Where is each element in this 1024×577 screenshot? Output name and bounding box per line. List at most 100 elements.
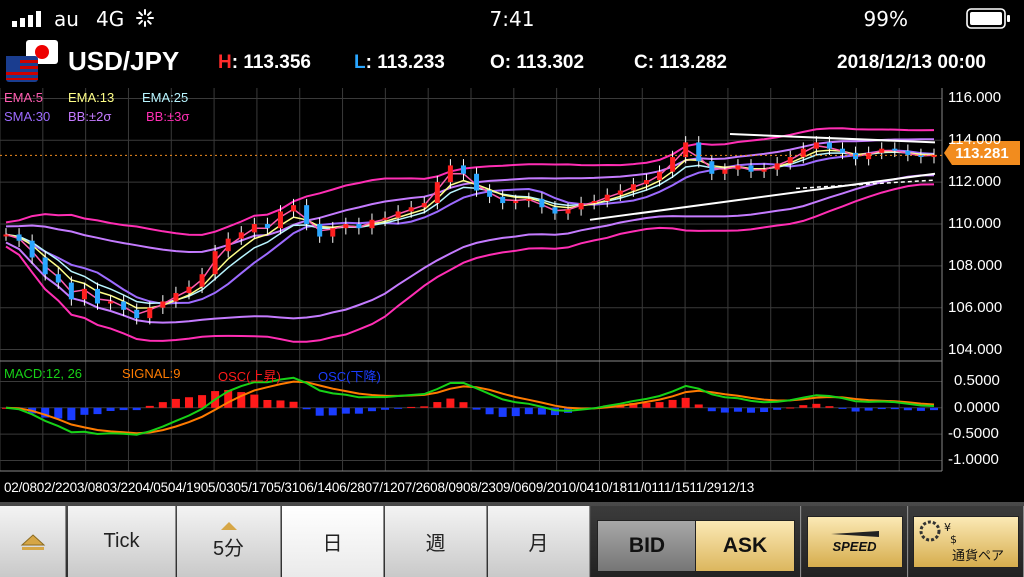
- macd-osc-bar: [760, 407, 769, 413]
- battery-percent: 99%: [863, 7, 908, 31]
- candle-body: [879, 148, 885, 153]
- candle-body: [356, 224, 362, 229]
- macd-osc-bar: [354, 407, 363, 414]
- candle-body: [643, 180, 649, 185]
- tab-day[interactable]: 日: [282, 506, 384, 577]
- tab-5min[interactable]: 5分: [177, 506, 281, 577]
- candle-body: [840, 148, 846, 153]
- macd-osc-bar: [67, 407, 76, 421]
- macd-osc-bar: [80, 407, 89, 415]
- close-value: C: 113.282: [634, 52, 727, 73]
- bid-button[interactable]: BID: [597, 520, 697, 572]
- macd-osc-bar: [106, 407, 115, 411]
- tab-month[interactable]: 月: [488, 506, 590, 577]
- macd-osc-bar: [655, 402, 664, 408]
- expand-button[interactable]: [0, 506, 66, 577]
- macd-osc-bar: [289, 401, 298, 408]
- macd-osc-bar: [720, 407, 729, 413]
- macd-osc-bar: [916, 407, 925, 411]
- bottom-toolbar: Tick 5分 日 週 月 BID ASK SPEED ¥ $ 通貨ペア: [0, 502, 1024, 577]
- legend-osc-up: OSC(上昇): [218, 369, 281, 384]
- macd-osc-bar: [786, 407, 795, 409]
- price-tick-label: 116.000: [948, 89, 1002, 107]
- macd-osc-bar: [119, 407, 128, 411]
- candle-body: [787, 157, 793, 164]
- candle-body: [134, 309, 140, 319]
- candle-body: [774, 163, 780, 170]
- tab-tick[interactable]: Tick: [68, 506, 176, 577]
- candle-body: [892, 148, 898, 151]
- candle-body: [735, 165, 741, 170]
- macd-osc-bar: [694, 404, 703, 408]
- macd-osc-bar: [263, 399, 272, 408]
- currency-pair-label: 通貨ペア: [952, 547, 1005, 563]
- macd-osc-bar: [524, 407, 533, 415]
- price-chart[interactable]: EMA:5 EMA:13 EMA:25 SMA:30 BB:±2σ BB:±3σ…: [0, 88, 1024, 502]
- macd-tick-label: 0.5000: [954, 372, 1000, 390]
- macd-osc-bar: [681, 397, 690, 408]
- candle-body: [670, 157, 676, 172]
- candle-body: [238, 232, 244, 239]
- candle-body: [291, 205, 297, 212]
- macd-osc-bar: [145, 405, 154, 408]
- candle-body: [186, 286, 192, 294]
- candle-body: [591, 200, 597, 204]
- candle-body: [460, 165, 466, 174]
- macd-osc-bar: [733, 407, 742, 412]
- candle-body: [487, 190, 493, 197]
- candle-body: [434, 182, 440, 204]
- ema5-line: [5, 144, 935, 316]
- macd-osc-bar: [381, 407, 390, 410]
- macd-osc-bar: [668, 399, 677, 408]
- candle-body: [160, 301, 166, 308]
- candle-body: [709, 161, 715, 174]
- price-tick-label: 104.000: [948, 340, 1003, 358]
- macd-osc-bar: [903, 407, 912, 411]
- ask-button[interactable]: ASK: [695, 520, 795, 572]
- currency-pair-select-button[interactable]: ¥ $ 通貨ペア: [909, 506, 1024, 577]
- macd-osc-bar: [276, 400, 285, 408]
- macd-osc-bar: [328, 407, 337, 416]
- price-tick-label: 112.000: [948, 173, 1002, 191]
- tab-week[interactable]: 週: [385, 506, 487, 577]
- macd-osc-bar: [158, 402, 167, 408]
- candle-body: [657, 171, 663, 181]
- currency-pair-title[interactable]: USD/JPY: [68, 46, 179, 77]
- candle-body: [225, 238, 231, 252]
- legend-signal: SIGNAL:9: [122, 366, 181, 381]
- legend-ema13: EMA:13: [68, 90, 115, 105]
- legend-sma30: SMA:30: [4, 109, 51, 124]
- candle-body: [696, 142, 702, 162]
- candle-body: [683, 142, 689, 158]
- candle-body: [513, 200, 519, 204]
- macd-osc-bar: [446, 398, 455, 408]
- legend-bb3: BB:±3σ: [146, 109, 190, 124]
- legend-macd: MACD:12, 26: [4, 366, 83, 381]
- status-bar: au 4G 7:41 99%: [0, 0, 1024, 36]
- macd-line: [5, 376, 935, 436]
- macd-osc-bar: [511, 407, 520, 417]
- candle-body: [251, 224, 257, 233]
- macd-osc-bar: [302, 407, 311, 410]
- candle-body: [147, 307, 153, 319]
- bb-plus3-line: [5, 127, 935, 236]
- macd-osc-bar: [877, 407, 886, 410]
- date-tick-labels: 02/0802/2203/0803/2204/0504/1905/0305/17…: [4, 480, 755, 495]
- candle-body: [382, 217, 388, 220]
- chart-canvas[interactable]: [0, 88, 1024, 502]
- candle-body: [748, 165, 754, 172]
- macd-osc-bar: [315, 407, 324, 416]
- triangle-up-icon: [20, 533, 45, 550]
- legend-ema5: EMA:5: [4, 90, 44, 105]
- candle-body: [68, 282, 74, 300]
- quote-header: USD/JPY H: 113.356 L: 113.233 O: 113.302…: [0, 40, 1024, 86]
- macd-osc-bar: [930, 407, 938, 411]
- macd-osc-bar: [433, 402, 442, 408]
- speed-order-button[interactable]: SPEED: [802, 506, 908, 577]
- macd-osc-bar: [54, 407, 63, 419]
- bar-datetime: 2018/12/13 00:00: [837, 52, 986, 73]
- candle-body: [578, 203, 584, 210]
- candle-body: [55, 274, 61, 283]
- candle-body: [330, 228, 336, 237]
- legend-bb2: BB:±2σ: [68, 109, 112, 124]
